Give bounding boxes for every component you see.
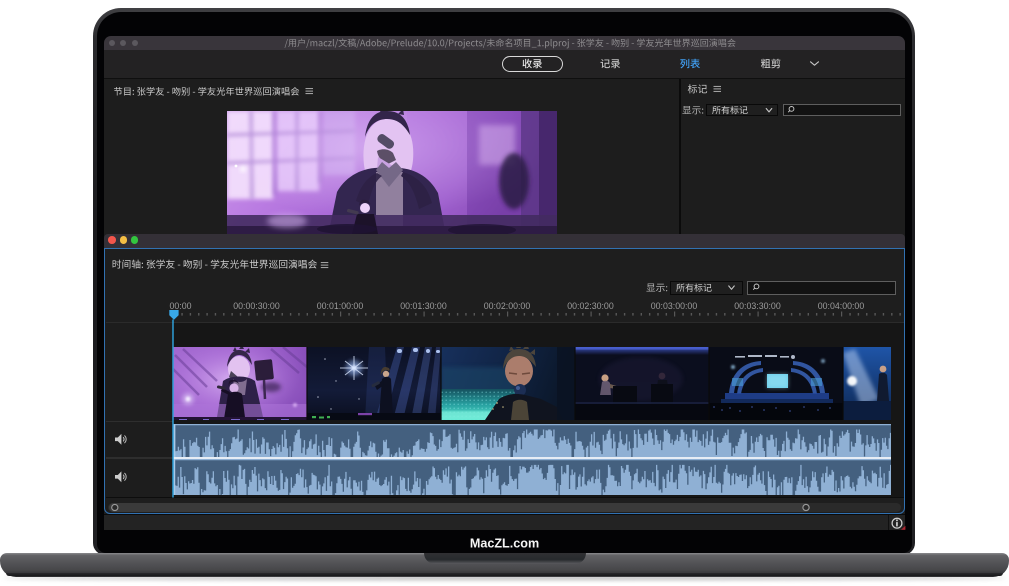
svg-text:00:02:30:00: 00:02:30:00	[567, 301, 614, 311]
svg-text:00:01:00:00: 00:01:00:00	[317, 301, 364, 311]
svg-text:00:02:00:00: 00:02:00:00	[484, 301, 531, 311]
svg-text:00:00:30:00: 00:00:30:00	[233, 301, 280, 311]
svg-text:00:04:00:00: 00:04:00:00	[818, 301, 865, 311]
svg-text:00:03:00:00: 00:03:00:00	[651, 301, 698, 311]
svg-text:MacZL.com: MacZL.com	[470, 537, 539, 551]
svg-text:00:01:30:00: 00:01:30:00	[400, 301, 447, 311]
svg-text:00:03:30:00: 00:03:30:00	[734, 301, 781, 311]
svg-text:00:00: 00:00	[170, 301, 192, 311]
